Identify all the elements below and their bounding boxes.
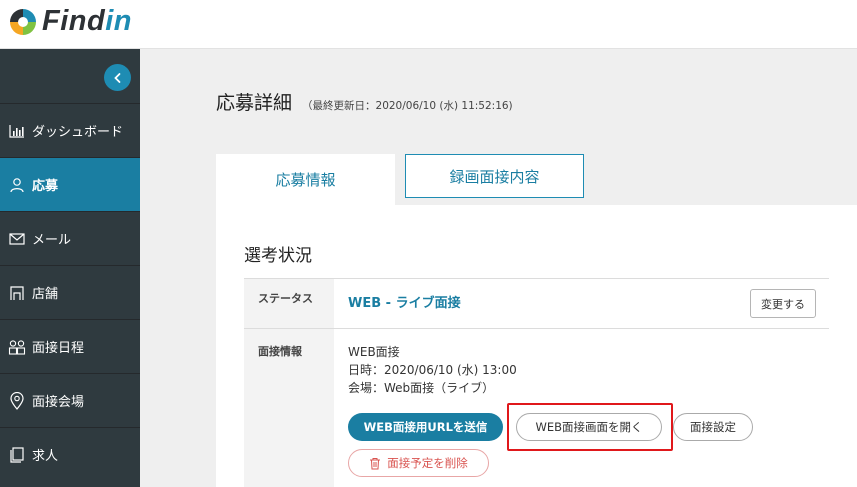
sidebar-item-interview-schedule[interactable]: 面接日程 <box>0 319 140 373</box>
delete-interview-label: 面接予定を削除 <box>387 456 468 470</box>
status-label: ステータス <box>244 279 334 328</box>
user-icon <box>8 176 26 194</box>
tab-application-info[interactable]: 応募情報 <box>216 154 395 205</box>
interview-type: WEB面接 <box>348 345 400 359</box>
sidebar-item-stores[interactable]: 店舗 <box>0 265 140 319</box>
page-title: 応募詳細 <box>216 92 293 114</box>
sidebar-item-applications[interactable]: 応募 <box>0 157 140 211</box>
interview-datetime: 日時：2020/06/10 (水) 13:00 <box>348 363 517 377</box>
change-status-button[interactable]: 変更する <box>750 289 816 318</box>
sidebar-item-label: 店舗 <box>32 287 59 302</box>
sidebar-item-mail[interactable]: メール <box>0 211 140 265</box>
send-web-interview-url-button[interactable]: WEB面接用URLを送信 <box>348 413 503 441</box>
sidebar-item-label: メール <box>32 233 72 248</box>
chevron-left-icon <box>113 72 120 83</box>
store-icon <box>8 284 26 302</box>
interview-settings-button[interactable]: 面接設定 <box>673 413 753 441</box>
sidebar-item-label: 応募 <box>32 179 59 194</box>
sidebar-item-interview-venue[interactable]: 面接会場 <box>0 373 140 427</box>
sidebar-item-label: 求人 <box>32 449 59 464</box>
tab-recorded-interview[interactable]: 録画面接内容 <box>405 154 584 198</box>
sidebar-item-label: ダッシュボード <box>32 125 124 140</box>
sidebar-item-label: 面接日程 <box>32 341 85 356</box>
map-pin-icon <box>8 391 26 410</box>
logo-mark-icon <box>10 8 36 35</box>
selection-status-table: ステータス WEB - ライブ面接 変更する 面接情報 WEB面接 日時：202… <box>244 278 829 487</box>
sidebar-collapse-button[interactable] <box>104 64 131 91</box>
mail-icon <box>8 230 26 248</box>
bar-chart-icon <box>8 122 26 140</box>
logo[interactable]: Findin <box>8 5 132 38</box>
status-value: WEB - ライブ面接 <box>348 296 461 311</box>
top-header: Findin <box>0 0 857 49</box>
sidebar-nav: ダッシュボード 応募 メール 店舗 面接日程 面接会場 求人 <box>0 103 140 481</box>
last-updated-text: （最終更新日：2020/06/10 (水) 11:52:16) <box>302 100 513 112</box>
trash-icon <box>370 457 381 469</box>
status-value-cell: WEB - ライブ面接 変更する <box>334 279 829 328</box>
document-icon <box>8 446 26 464</box>
section-title: 選考状況 <box>244 246 312 266</box>
status-row: ステータス WEB - ライブ面接 変更する <box>244 279 829 329</box>
sidebar: ダッシュボード 応募 メール 店舗 面接日程 面接会場 求人 <box>0 49 140 487</box>
page-title-row: 応募詳細 （最終更新日：2020/06/10 (水) 11:52:16) <box>216 88 513 115</box>
logo-text: Findin <box>42 5 132 37</box>
interview-info-label: 面接情報 <box>244 329 334 487</box>
highlight-annotation <box>507 403 673 451</box>
interview-venue: 会場：Web面接（ライブ） <box>348 381 495 395</box>
sidebar-item-jobs[interactable]: 求人 <box>0 427 140 481</box>
sidebar-item-label: 面接会場 <box>32 395 85 410</box>
delete-interview-button[interactable]: 面接予定を削除 <box>348 449 489 477</box>
sidebar-item-dashboard[interactable]: ダッシュボード <box>0 103 140 157</box>
users-icon <box>8 338 26 356</box>
